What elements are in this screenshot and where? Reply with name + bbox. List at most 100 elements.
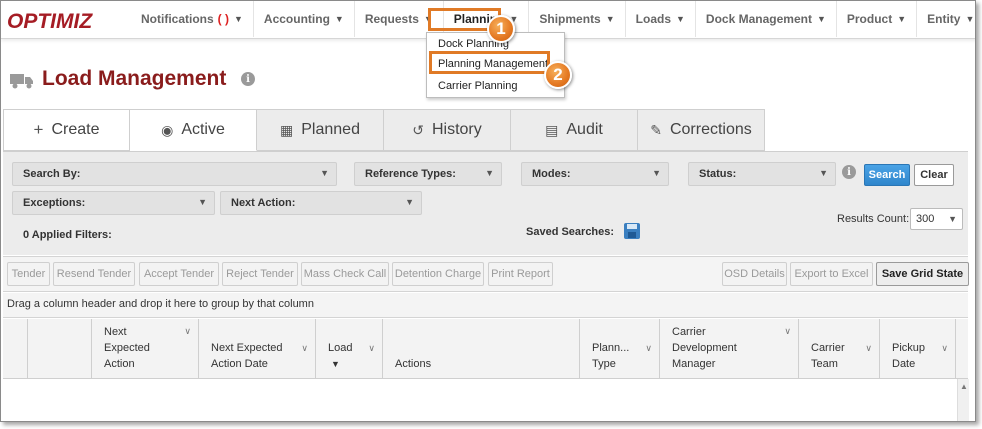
column-label: Carrier Development Manager bbox=[672, 324, 737, 372]
save-grid-state-button[interactable]: Save Grid State bbox=[876, 262, 969, 286]
tab-label: Corrections bbox=[669, 121, 752, 138]
results-count-value: 300 bbox=[916, 213, 935, 225]
tender-button[interactable]: Tender bbox=[7, 262, 50, 286]
save-icon[interactable] bbox=[624, 223, 640, 239]
grid-scrollbar[interactable]: ▲ bbox=[957, 379, 969, 421]
chevron-down-icon: ▼ bbox=[652, 168, 661, 178]
resend-tender-button[interactable]: Resend Tender bbox=[53, 262, 135, 286]
tab-planned[interactable]: ▦ Planned bbox=[257, 109, 384, 151]
mass-check-call-button[interactable]: Mass Check Call bbox=[301, 262, 389, 286]
chevron-down-icon: ▼ bbox=[334, 14, 344, 24]
grid-body[interactable] bbox=[3, 379, 968, 421]
column-label: Next Expected Action bbox=[104, 324, 150, 372]
truck-icon bbox=[10, 74, 33, 89]
optimiz-logo[interactable]: OPTIMIZ bbox=[7, 10, 92, 34]
chevron-down-icon[interactable]: ∨ bbox=[368, 343, 375, 354]
column-header-carrier-team[interactable]: Carrier Team ∨ bbox=[799, 319, 880, 379]
nav-label: Requests bbox=[364, 12, 419, 26]
accept-tender-button[interactable]: Accept Tender bbox=[139, 262, 219, 286]
clear-button[interactable]: Clear bbox=[914, 164, 954, 186]
column-header-blank[interactable] bbox=[28, 319, 92, 379]
nav-loads[interactable]: Loads ▼ bbox=[624, 1, 695, 37]
search-by-select[interactable]: Search By: ▼ bbox=[12, 162, 337, 186]
select-label: Status: bbox=[699, 168, 737, 180]
column-label: Pickup Date bbox=[892, 340, 925, 372]
circle-icon: ◉ bbox=[161, 121, 174, 138]
reference-types-select[interactable]: Reference Types: ▼ bbox=[354, 162, 502, 186]
column-label: Carrier Team bbox=[811, 340, 845, 372]
exceptions-select[interactable]: Exceptions: ▼ bbox=[12, 191, 215, 215]
chevron-down-icon: ▼ bbox=[234, 14, 243, 24]
history-icon: ↺ bbox=[412, 121, 424, 138]
group-by-drop-area[interactable]: Drag a column header and drop it here to… bbox=[3, 293, 968, 318]
osd-details-button[interactable]: OSD Details bbox=[722, 262, 787, 286]
column-header-next-expected-action-date[interactable]: Next Expected Action Date ∨ bbox=[199, 319, 316, 379]
nav-accounting[interactable]: Accounting ▼ bbox=[252, 1, 354, 37]
tab-active[interactable]: ◉ Active bbox=[130, 109, 257, 151]
info-icon[interactable]: i bbox=[241, 72, 255, 86]
scroll-up-icon[interactable]: ▲ bbox=[960, 382, 968, 391]
status-info-icon[interactable]: i bbox=[842, 165, 856, 179]
column-label-line: Next Expected bbox=[211, 342, 283, 354]
app-window: OPTIMIZ Notifications ( ) ▼ Accounting ▼… bbox=[0, 0, 976, 422]
tab-create[interactable]: + Create bbox=[3, 109, 130, 151]
nav-product[interactable]: Product ▼ bbox=[835, 1, 916, 37]
step-callout-1: 1 bbox=[487, 15, 515, 43]
chevron-down-icon[interactable]: ∨ bbox=[301, 343, 308, 354]
status-select[interactable]: Status: ▼ bbox=[688, 162, 836, 186]
column-label-line: Carrier bbox=[672, 326, 706, 338]
chevron-down-icon: ▼ bbox=[897, 14, 907, 24]
nav-label: Shipments bbox=[539, 12, 601, 26]
column-label-line: Plann... bbox=[592, 342, 630, 354]
column-header-pickup-date[interactable]: Pickup Date ∨ bbox=[880, 319, 956, 379]
column-label-line: Date bbox=[892, 358, 916, 370]
column-header-carrier-development-manager[interactable]: Carrier Development Manager ∨ bbox=[660, 319, 799, 379]
tab-corrections[interactable]: ✎ Corrections bbox=[638, 109, 765, 151]
chevron-down-icon[interactable]: ∨ bbox=[645, 343, 652, 354]
nav-label: Loads bbox=[635, 12, 671, 26]
column-header-actions[interactable]: Actions bbox=[383, 319, 580, 379]
chevron-down-icon[interactable]: ∨ bbox=[784, 326, 791, 337]
column-header-planning-type[interactable]: Plann... Type ∨ bbox=[580, 319, 660, 379]
column-label: Next Expected Action Date bbox=[211, 340, 283, 372]
chevron-down-icon: ▼ bbox=[676, 14, 685, 24]
print-report-button[interactable]: Print Report bbox=[488, 262, 553, 286]
tab-history[interactable]: ↺ History bbox=[384, 109, 511, 151]
chevron-down-icon[interactable]: ∨ bbox=[865, 343, 872, 354]
page-title: Load Management bbox=[42, 67, 227, 90]
column-label: Plann... Type bbox=[592, 340, 629, 372]
column-header-select[interactable] bbox=[3, 319, 28, 379]
column-label-line: Load bbox=[328, 342, 353, 354]
results-count-label: Results Count: bbox=[837, 213, 910, 225]
next-action-select[interactable]: Next Action: ▼ bbox=[220, 191, 422, 215]
column-label-line: Pickup bbox=[892, 342, 926, 354]
filter-panel: Search By: ▼ Reference Types: ▼ Modes: ▼… bbox=[3, 151, 968, 255]
menu-item-carrier-planning[interactable]: Carrier Planning bbox=[438, 80, 517, 92]
column-header-next-expected-action[interactable]: Next Expected Action ∨ bbox=[92, 319, 199, 379]
column-label-line: Actions bbox=[395, 358, 432, 370]
column-label-line: Expected bbox=[104, 342, 150, 354]
nav-entity[interactable]: Entity ▼ bbox=[916, 1, 975, 37]
chevron-down-icon: ▼ bbox=[320, 168, 329, 178]
column-header-load[interactable]: Load ▼ ∨ bbox=[316, 319, 383, 379]
chevron-down-icon[interactable]: ∨ bbox=[941, 343, 948, 354]
modes-select[interactable]: Modes: ▼ bbox=[521, 162, 669, 186]
nav-label: Notifications bbox=[141, 12, 214, 26]
chevron-down-icon: ▼ bbox=[819, 168, 828, 178]
clipboard-icon: ▤ bbox=[545, 121, 559, 138]
search-button[interactable]: Search bbox=[864, 164, 910, 186]
step-callout-2: 2 bbox=[544, 61, 572, 89]
planning-management-highlight-box bbox=[429, 51, 550, 74]
reject-tender-button[interactable]: Reject Tender bbox=[222, 262, 298, 286]
results-count-select[interactable]: 300 ▼ bbox=[910, 208, 963, 230]
chevron-down-icon[interactable]: ∨ bbox=[184, 326, 191, 337]
notification-count: ( ) bbox=[217, 12, 229, 26]
detention-charge-button[interactable]: Detention Charge bbox=[392, 262, 484, 286]
nav-dock-management[interactable]: Dock Management ▼ bbox=[694, 1, 836, 37]
chevron-down-icon: ▼ bbox=[965, 14, 975, 24]
tab-audit[interactable]: ▤ Audit bbox=[511, 109, 638, 151]
grid-header: Next Expected Action ∨ Next Expected Act… bbox=[3, 319, 968, 379]
export-to-excel-button[interactable]: Export to Excel bbox=[790, 262, 873, 286]
nav-label: Dock Management bbox=[705, 12, 812, 26]
nav-notifications[interactable]: Notifications ( ) ▼ bbox=[131, 1, 253, 37]
